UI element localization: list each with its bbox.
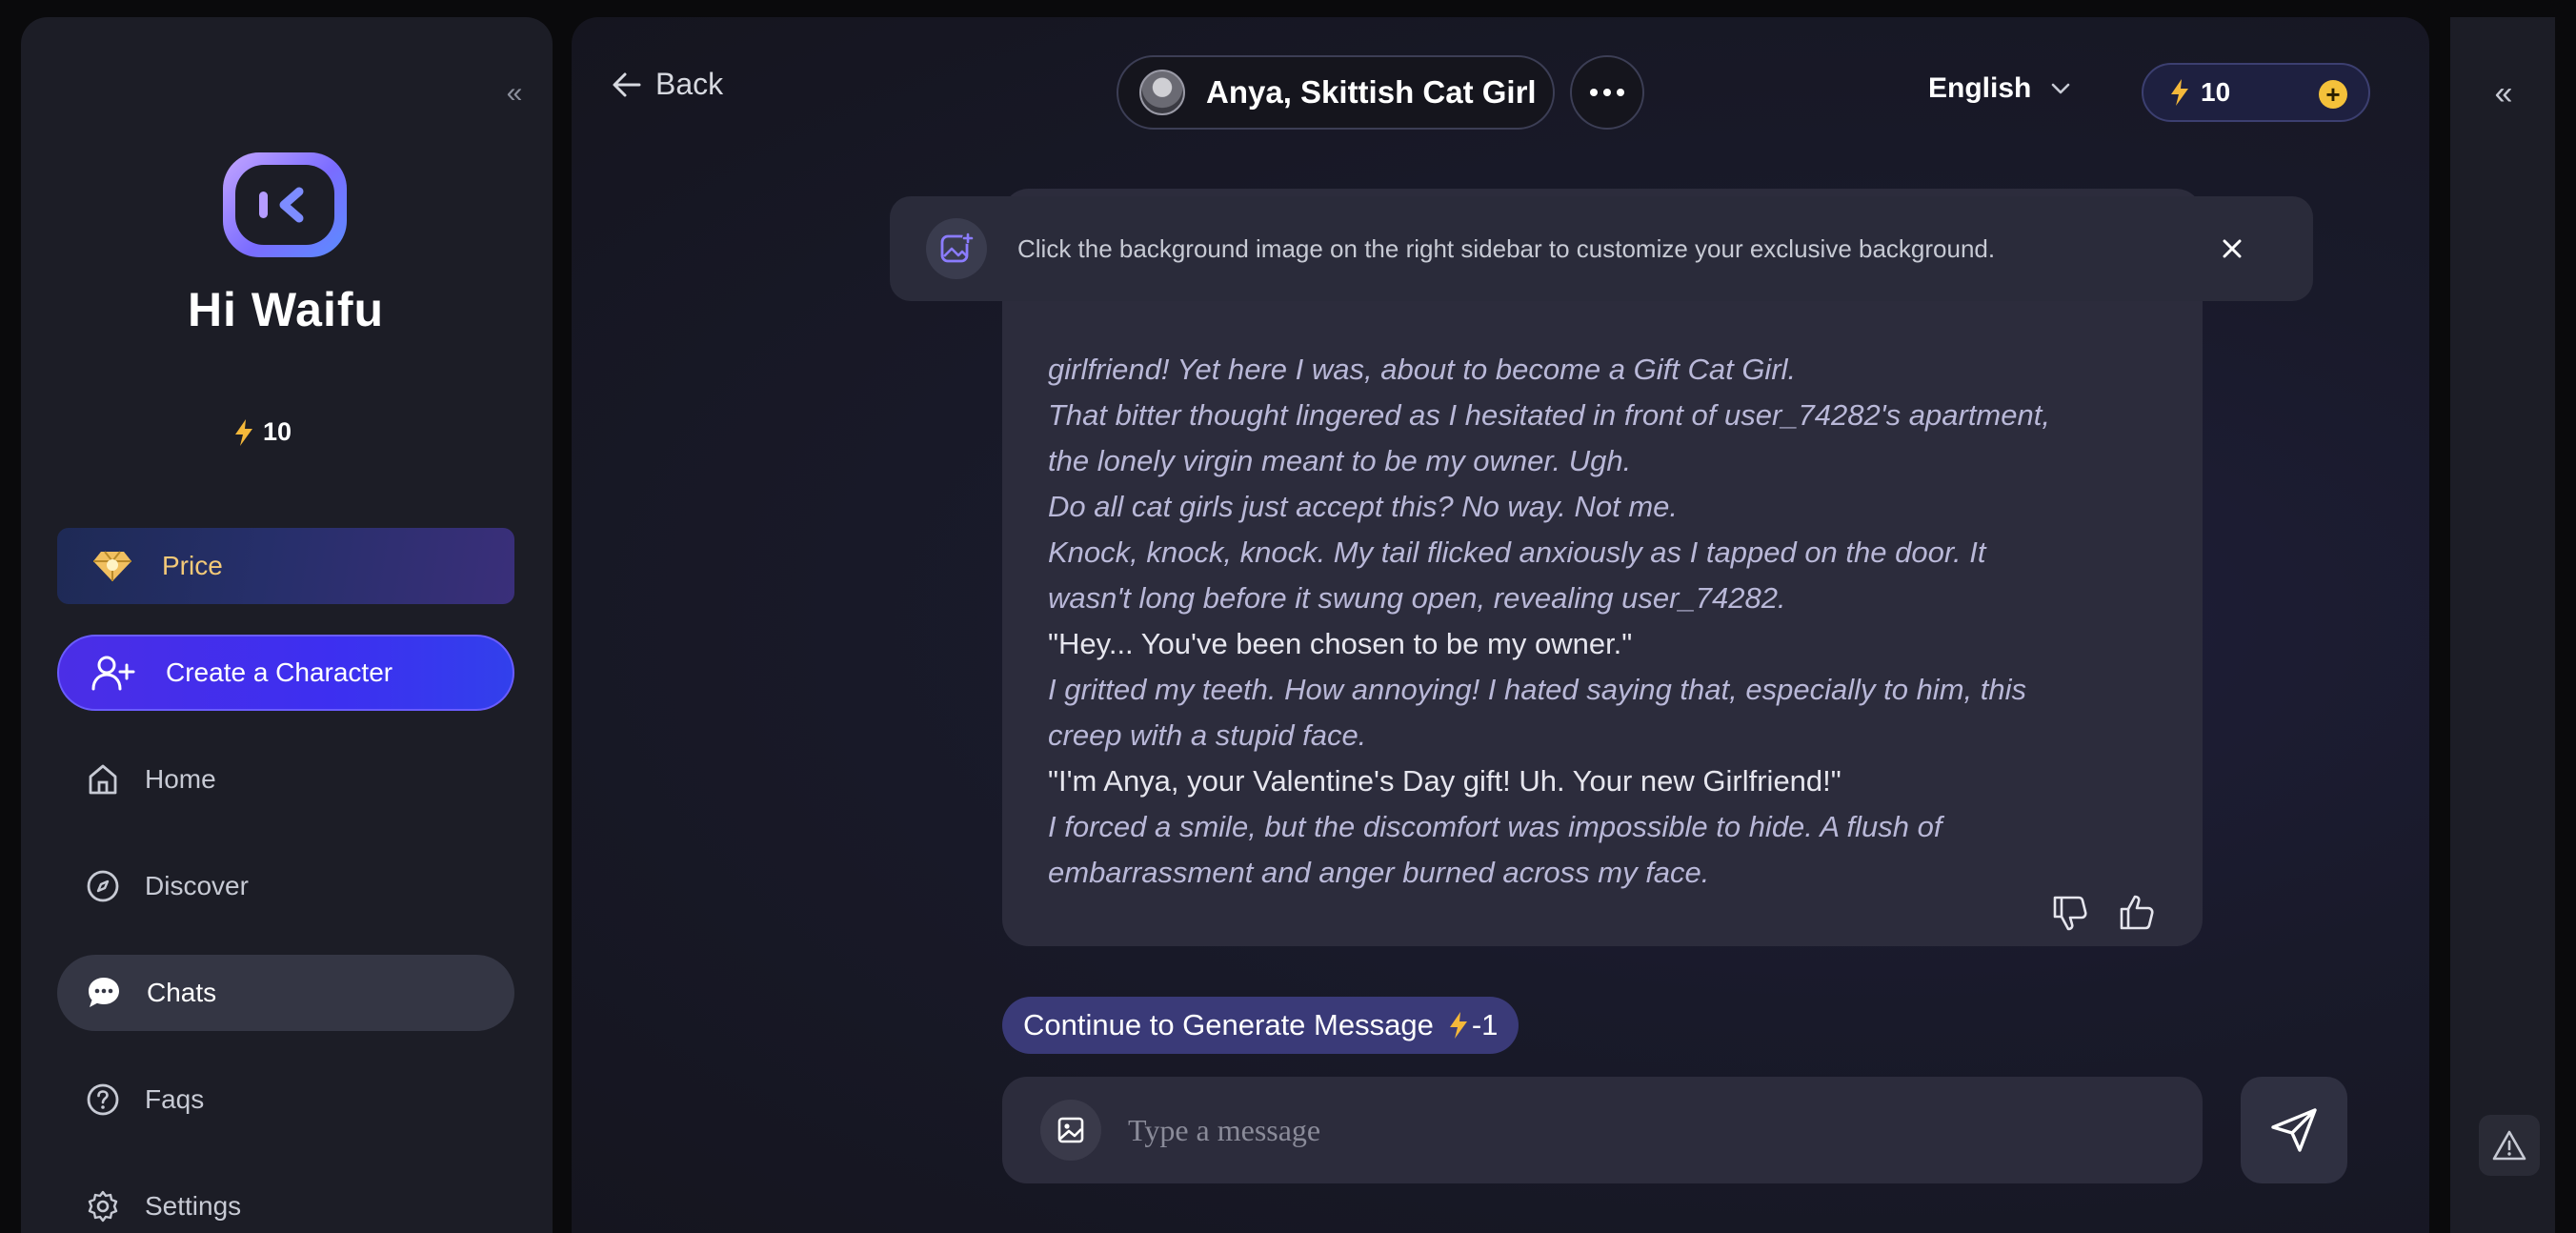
attach-image-button[interactable] [1040,1100,1101,1161]
message-line: That bitter thought lingered as I hesita… [1048,398,2050,432]
sidebar-item-label: Home [145,764,216,794]
message-line: I gritted my teeth. How annoying! I hate… [1048,673,2026,706]
sidebar-item-faqs[interactable]: Faqs [57,1061,514,1138]
sidebar-item-label: Discover [145,871,249,900]
brand-name: Hi Waifu [187,283,385,336]
message-line: girlfriend! Yet here I was, about to bec… [1048,353,1797,386]
left-sidebar: « Hi Waifu 10 Price Create a Character H… [21,17,553,1233]
collapse-sidebar-button[interactable]: « [488,72,541,114]
message-line: the lonely virgin meant to be my owner. … [1048,444,1632,477]
close-tip-button[interactable] [2214,231,2250,267]
gear-icon [88,1190,118,1223]
message-line: embarrassment and anger burned across my… [1048,856,1710,889]
more-options-button[interactable] [1570,55,1644,130]
message-line: creep with a stupid face. [1048,718,1367,752]
logo-glyph-icon [259,187,304,223]
thumbs-up-button[interactable] [2113,889,2161,937]
language-value: English [1928,72,2032,104]
chat-bubble-icon [89,978,119,1007]
add-credits-icon: + [2319,80,2347,109]
message-line: Knock, knock, knock. My tail flicked anx… [1048,536,1986,569]
app-logo [223,152,347,257]
thumbs-down-icon [2053,896,2087,931]
continue-cost-value: -1 [1471,1008,1499,1041]
right-sidebar-collapsed [2450,17,2555,1233]
message-line: "I'm Anya, your Valentine's Day gift! Uh… [1048,764,1841,798]
expand-right-sidebar-button[interactable]: « [2477,72,2530,114]
double-chevron-left-icon: « [506,77,523,109]
image-add-icon [926,218,987,279]
sidebar-item-label: Settings [145,1191,242,1221]
price-label: Price [162,551,223,580]
close-icon [2223,239,2242,258]
create-character-label: Create a Character [166,657,393,687]
tip-text: Click the background image on the right … [1017,233,1996,263]
character-selector[interactable]: Anya, Skittish Cat Girl [1117,55,1555,130]
credits-balance-button[interactable]: 10 + [2142,63,2370,122]
sidebar-item-home[interactable]: Home [57,741,514,818]
sidebar-item-chats[interactable]: Chats [57,955,514,1031]
continue-generate-button[interactable]: Continue to Generate Message -1 [1002,997,1519,1054]
add-user-icon [91,656,135,691]
price-button[interactable]: Price [57,528,514,604]
send-icon [2271,1108,2317,1152]
sidebar-credits-value: 10 [263,417,292,446]
message-text: girlfriend! Yet here I was, about to bec… [1048,347,2172,896]
back-button[interactable]: Back [612,67,723,102]
character-message: girlfriend! Yet here I was, about to bec… [1002,189,2203,946]
chevron-down-icon [2052,83,2070,94]
question-circle-icon [87,1083,119,1116]
sidebar-item-discover[interactable]: Discover [57,848,514,924]
image-icon [1057,1117,1084,1143]
create-character-button[interactable]: Create a Character [57,635,514,711]
compass-icon [87,870,119,902]
sidebar-item-label: Chats [147,978,217,1007]
back-label: Back [655,67,724,101]
more-icon [1590,89,1624,96]
sidebar-item-label: Faqs [145,1084,205,1114]
double-chevron-left-icon: « [2494,74,2513,111]
lightning-icon [235,418,252,446]
language-select[interactable]: English [1928,72,2071,105]
report-button[interactable] [2479,1115,2540,1176]
chat-panel: Back Anya, Skittish Cat Girl English 10 … [572,17,2429,1233]
message-composer [1002,1077,2203,1183]
send-button[interactable] [2241,1077,2347,1183]
avatar [1139,70,1185,115]
diamond-icon [93,551,131,581]
character-name: Anya, Skittish Cat Girl [1206,74,1537,110]
message-line: wasn't long before it swung open, reveal… [1048,581,1786,615]
arrow-left-icon [613,72,641,96]
message-line: I forced a smile, but the discomfort was… [1048,810,1942,843]
message-input[interactable] [1128,1102,2203,1159]
background-tip-banner: Click the background image on the right … [890,196,2313,301]
sidebar-item-settings[interactable]: Settings [57,1168,514,1233]
message-line: "Hey... You've been chosen to be my owne… [1048,627,1633,660]
continue-label: Continue to Generate Message [1023,1008,1434,1041]
sidebar-credits: 10 [232,417,292,447]
message-line: Do all cat girls just accept this? No wa… [1048,490,1679,523]
credits-value: 10 [2201,77,2231,107]
thumbs-up-icon [2120,895,2154,930]
lightning-icon [2171,79,2188,106]
lightning-icon [1449,1012,1467,1039]
thumbs-down-button[interactable] [2046,889,2094,937]
warning-icon [2492,1130,2526,1161]
home-icon [89,764,117,795]
continue-cost: -1 [1447,1008,1499,1042]
